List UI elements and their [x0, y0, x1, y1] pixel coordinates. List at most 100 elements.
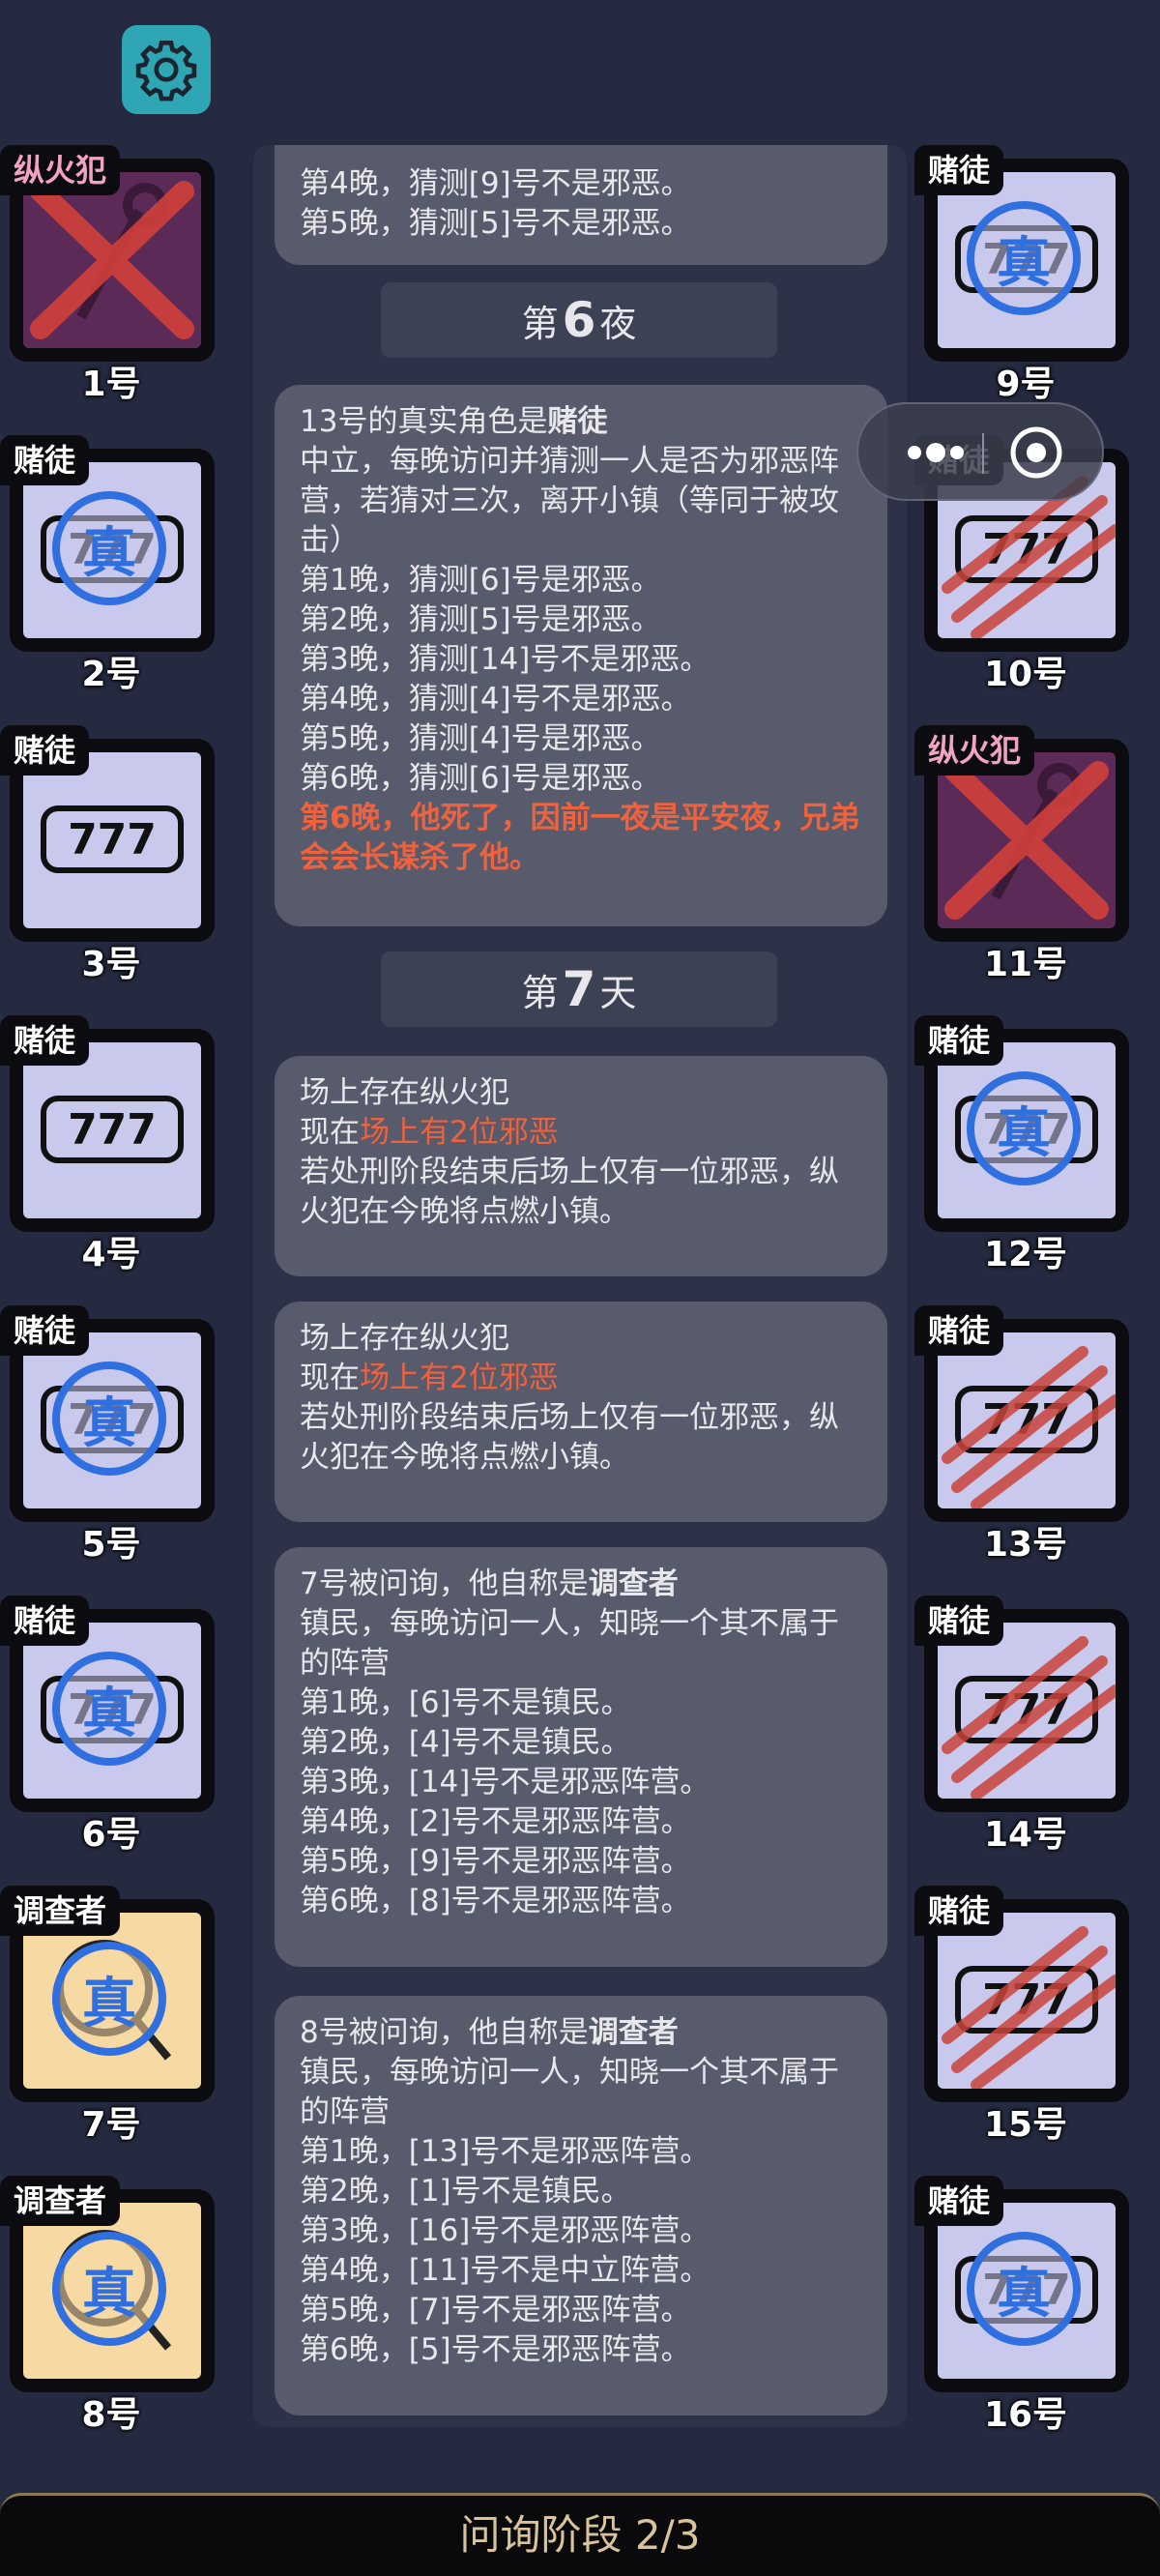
badge-text: 真: [82, 1391, 136, 1455]
player-13[interactable]: 777 赌徒 13号: [914, 1305, 1137, 1565]
header-number: 6: [562, 292, 596, 348]
phase-indicator: 问询阶段 2/3: [0, 2493, 1160, 2576]
verified-badge: 真: [52, 491, 166, 605]
player-8[interactable]: 真 调查者 8号: [0, 2176, 222, 2435]
player-12[interactable]: 777 真 赌徒 12号: [914, 1015, 1137, 1274]
claw-slash-mark: [942, 1346, 1116, 1508]
log-line: 第6晚，猜测[6]号是邪恶。: [300, 761, 661, 796]
title-text: 7号被问询，他自称是: [300, 1566, 589, 1601]
game-log-scroll[interactable]: 第4晚，猜测[9]号不是邪恶。 第5晚，猜测[5]号不是邪恶。 第6夜 13号的…: [253, 145, 907, 2427]
log-line: 第4晚，[2]号不是邪恶阵营。: [300, 1804, 691, 1839]
role-name: 赌徒: [547, 404, 608, 439]
header-suffix: 天: [599, 971, 637, 1014]
role-label: 赌徒: [0, 725, 90, 776]
log-line: 第2晚，[4]号不是镇民。: [300, 1725, 631, 1760]
gambler-portrait: 777 真: [23, 462, 201, 638]
player-3[interactable]: 777 赌徒 3号: [0, 725, 222, 984]
log-line: 第5晚，猜测[4]号是邪恶。: [300, 721, 661, 756]
log-line: 第4晚，[11]号不是中立阵营。: [300, 2253, 710, 2288]
title-text: 13号的真实角色是: [300, 404, 548, 439]
card-title: 13号的真实角色是赌徒: [300, 402, 862, 442]
role-label: 赌徒: [0, 1015, 90, 1066]
log-card-8-claim: 8号被问询，他自称是调查者 镇民，每晚访问一人，知晓一个其不属于的阵营 第1晚，…: [275, 1996, 887, 2415]
player-number: 16号: [983, 2395, 1068, 2435]
log-line: 若处刑阶段结束后场上仅有一位邪恶，纵火犯在今晚将点燃小镇。: [300, 1155, 839, 1229]
more-dots-icon[interactable]: [887, 422, 984, 483]
verified-badge: 真: [52, 1942, 166, 2056]
player-1[interactable]: 纵火犯 1号: [0, 145, 222, 404]
verified-badge: 真: [967, 2232, 1081, 2346]
log-line: 第1晚，猜测[6]号是邪恶。: [300, 563, 661, 598]
badge-text: 真: [82, 1682, 136, 1745]
role-label: 赌徒: [914, 1015, 1004, 1066]
verified-badge: 真: [52, 1361, 166, 1476]
player-9[interactable]: 777 真 赌徒 9号: [914, 145, 1137, 404]
evil-count: 场上有2位邪恶: [360, 1115, 559, 1150]
log-line: 第6晚，[8]号不是邪恶阵营。: [300, 1884, 691, 1918]
log-card-7-claim: 7号被问询，他自称是调查者 镇民，每晚访问一人，知晓一个其不属于的阵营 第1晚，…: [275, 1547, 887, 1967]
gambler-portrait: 777: [938, 1332, 1116, 1508]
log-line: 第1晚，[6]号不是镇民。: [300, 1685, 631, 1720]
gear-icon: [135, 40, 197, 102]
header-number: 7: [562, 961, 596, 1017]
log-line: 第2晚，[1]号不是镇民。: [300, 2174, 631, 2209]
header-prefix: 第: [521, 971, 559, 1014]
dead-x-mark: [944, 761, 1109, 920]
verified-badge: 真: [967, 201, 1081, 315]
target-icon[interactable]: [1005, 422, 1067, 483]
gambler-portrait: 777: [938, 1913, 1116, 2089]
badge-text: 真: [82, 1972, 136, 2035]
role-description: 镇民，每晚访问一人，知晓一个其不属于的阵营: [300, 1606, 839, 1681]
role-label: 赌徒: [914, 1886, 1004, 1936]
log-line: 第1晚，[13]号不是邪恶阵营。: [300, 2134, 710, 2169]
role-name: 调查者: [588, 2015, 679, 2050]
badge-text: 真: [82, 521, 136, 585]
player-7[interactable]: 真 调查者 7号: [0, 1886, 222, 2145]
death-notice: 第6晚，他死了，因前一夜是平安夜，兄弟会会长谋杀了他。: [300, 801, 860, 875]
log-line: 第3晚，[16]号不是邪恶阵营。: [300, 2213, 710, 2248]
evil-count: 场上有2位邪恶: [360, 1361, 559, 1395]
player-number: 13号: [983, 1525, 1068, 1565]
player-15[interactable]: 777 赌徒 15号: [914, 1886, 1137, 2145]
player-5[interactable]: 777 真 赌徒 5号: [0, 1305, 222, 1565]
role-description: 镇民，每晚访问一人，知晓一个其不属于的阵营: [300, 2055, 839, 2129]
settings-button[interactable]: [122, 25, 211, 114]
player-number: 2号: [81, 655, 141, 694]
role-label: 纵火犯: [914, 725, 1035, 776]
player-4[interactable]: 777 赌徒 4号: [0, 1015, 222, 1274]
player-number: 12号: [983, 1235, 1068, 1274]
night-6-header: 第6夜: [381, 282, 777, 358]
role-label: 赌徒: [914, 2176, 1004, 2226]
log-line: 第3晚，猜测[14]号不是邪恶。: [300, 642, 710, 677]
verified-badge: 真: [967, 1071, 1081, 1186]
log-card-arsonist-warning: 场上存在纵火犯 现在场上有2位邪恶 若处刑阶段结束后场上仅有一位邪恶，纵火犯在今…: [275, 1302, 887, 1522]
slot-machine-icon: 777: [41, 1096, 184, 1163]
log-line: 第5晚，猜测[5]号不是邪恶。: [300, 206, 691, 241]
log-line: 第6晚，[5]号不是邪恶阵营。: [300, 2332, 691, 2367]
gambler-portrait: 777 真: [938, 2203, 1116, 2379]
player-number: 14号: [983, 1815, 1068, 1855]
role-description: 中立，每晚访问并猜测一人是否为邪恶阵营，若猜对三次，离开小镇（等同于被攻击）: [300, 444, 839, 558]
player-2[interactable]: 777 真 赌徒 2号: [0, 435, 222, 694]
log-card-gambler-guesses-tail: 第4晚，猜测[9]号不是邪恶。 第5晚，猜测[5]号不是邪恶。: [275, 145, 887, 265]
role-label: 赌徒: [914, 1595, 1004, 1646]
player-number: 7号: [81, 2105, 141, 2145]
player-6[interactable]: 777 真 赌徒 6号: [0, 1595, 222, 1855]
gambler-portrait: 777 真: [23, 1623, 201, 1799]
gambler-portrait: 777 真: [938, 172, 1116, 348]
day-7-header: 第7天: [381, 951, 777, 1027]
mini-program-capsule: [856, 402, 1104, 501]
player-number: 1号: [81, 365, 141, 404]
verified-badge: 真: [52, 2232, 166, 2346]
player-number: 8号: [81, 2395, 141, 2435]
log-line: 第5晚，[9]号不是邪恶阵营。: [300, 1844, 691, 1879]
log-line: 场上存在纵火犯: [300, 1321, 509, 1356]
player-11[interactable]: 纵火犯 11号: [914, 725, 1137, 984]
card-title: 8号被问询，他自称是调查者: [300, 2013, 862, 2053]
player-16[interactable]: 777 真 赌徒 16号: [914, 2176, 1137, 2435]
gambler-portrait: 777 真: [23, 1332, 201, 1508]
player-14[interactable]: 777 赌徒 14号: [914, 1595, 1137, 1855]
player-number: 4号: [81, 1235, 141, 1274]
claw-slash-mark: [942, 1636, 1116, 1799]
slot-text: 777: [68, 814, 157, 864]
